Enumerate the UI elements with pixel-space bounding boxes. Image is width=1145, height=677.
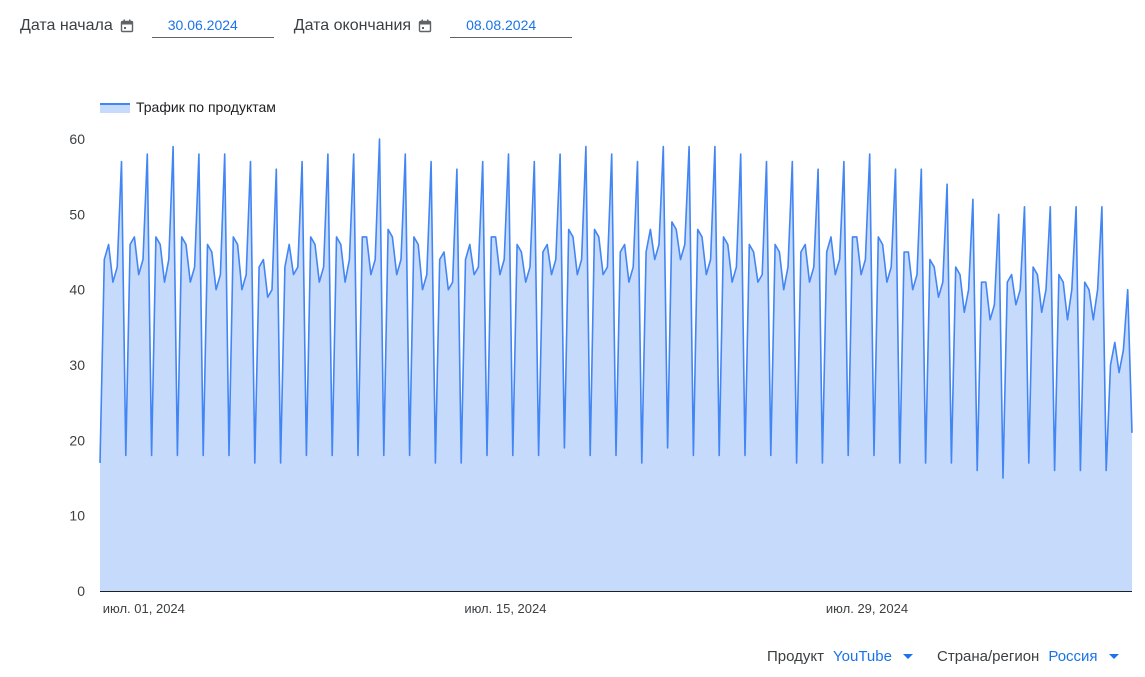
y-tick-label: 40 <box>69 282 85 298</box>
bottom-filters: Продукт YouTube Страна/регион Россия <box>0 646 1145 670</box>
legend-swatch <box>100 104 130 113</box>
chevron-down-icon[interactable] <box>902 653 913 659</box>
product-filter-label: Продукт <box>767 647 824 665</box>
x-tick-label: июл. 15, 2024 <box>464 601 546 616</box>
product-filter-value[interactable]: YouTube <box>833 648 892 665</box>
product-filter[interactable]: Продукт YouTube <box>767 646 913 666</box>
y-tick-label: 50 <box>69 206 85 222</box>
traffic-chart: 0 10 20 30 40 50 60 июл. 01, 2024 июл. 15, 2024 и… <box>69 99 1133 616</box>
series-area <box>100 139 1132 591</box>
region-filter[interactable]: Страна/регион Россия <box>937 646 1119 666</box>
y-tick-label: 30 <box>69 357 85 373</box>
x-tick-label: июл. 29, 2024 <box>826 601 908 616</box>
y-tick-label: 60 <box>69 131 85 147</box>
x-tick-label: июл. 01, 2024 <box>103 601 185 616</box>
y-tick-label: 20 <box>69 432 85 448</box>
series-line <box>99 138 1133 479</box>
y-tick-label: 0 <box>77 583 85 599</box>
region-filter-label: Страна/регион <box>937 647 1040 665</box>
region-filter-value[interactable]: Россия <box>1048 648 1097 665</box>
y-tick-label: 10 <box>69 508 85 524</box>
chevron-down-icon[interactable] <box>1108 653 1119 659</box>
legend-label: Трафик по продуктам <box>136 99 276 115</box>
